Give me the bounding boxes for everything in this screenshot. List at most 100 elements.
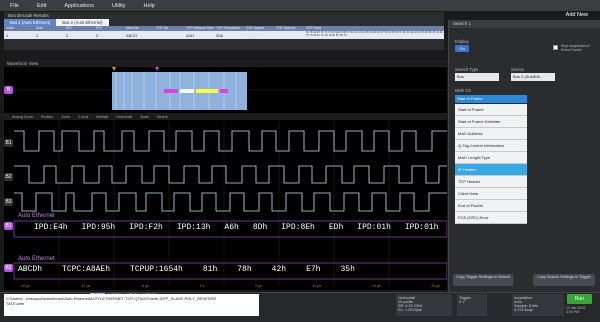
trace-2 <box>14 165 447 184</box>
run-button[interactable]: Run <box>567 294 592 304</box>
cell-ipg: 0 <box>96 32 99 38</box>
bus2-field: 42h <box>271 265 287 274</box>
copy-search-to-trigger-button[interactable]: Copy Search Settings to Trigger <box>533 274 595 286</box>
tab-bus2[interactable]: Bus 2 (Auto Ethernet) <box>56 19 109 26</box>
b-channel-badge[interactable]: B <box>4 86 13 94</box>
trigger-value: 0 V <box>459 300 465 304</box>
ctrl-analog-zoom[interactable]: Analog Zoom <box>12 115 33 119</box>
display-toggle[interactable]: On <box>455 45 469 52</box>
bus1-field: IPD:13h <box>176 223 211 232</box>
ctrl-multiple[interactable]: Multiple <box>96 115 108 119</box>
bus2-field: 35h <box>340 265 355 274</box>
cell-ipd: 0 <box>66 32 69 38</box>
col-ipg[interactable]: IPG <box>94 26 124 31</box>
waveform-traces[interactable] <box>4 121 447 286</box>
copy-trigger-to-search-button[interactable]: Copy Trigger Settings to Search <box>453 274 513 286</box>
cell-tcp-window: A6H <box>186 32 194 38</box>
bus1-field: IPD:8Eh <box>281 223 315 232</box>
option-tcp-header[interactable]: TCP Header <box>455 176 527 188</box>
source-dropdown[interactable]: Bus 2 (AutoEth... <box>511 73 555 81</box>
menu-edit[interactable]: Edit <box>37 3 46 9</box>
menu-file[interactable]: File <box>10 3 19 9</box>
date-display: 12 Jan 2020 4:05 PM <box>566 306 585 314</box>
results-header: Bus Decode Results <box>8 13 49 18</box>
col-tcp-window[interactable]: TCP Window Size <box>184 26 214 31</box>
stop-acq-label: Stop Acquisition if Event Found <box>561 44 590 52</box>
col-index[interactable]: Index <box>4 26 34 31</box>
option-start-of-frame[interactable]: Start of Frame <box>455 104 527 116</box>
ctrl-search[interactable]: Search <box>157 115 168 119</box>
bus2-badge[interactable]: B2 <box>4 264 13 272</box>
option-sfd[interactable]: Start of Frame Delimiter <box>455 116 527 128</box>
ctrl-x-axis[interactable]: X-Axis <box>78 115 88 119</box>
col-tcp-options[interactable]: TCP Options <box>274 26 304 31</box>
bus2-field: TCPC:A8AEh <box>62 265 111 274</box>
option-end-of-packet[interactable]: End of Packet <box>455 200 527 212</box>
ch1-badge[interactable]: B1 <box>4 139 13 147</box>
markon-dropdown[interactable]: Start of Frame <box>455 95 527 103</box>
menu-help[interactable]: Help <box>143 3 154 9</box>
horizontal-block[interactable]: Horizontal 20 µs/div SR: 6.25 GS/s RL: 1… <box>396 294 452 316</box>
add-new-button[interactable]: Add New <box>566 12 588 18</box>
option-ip-header[interactable]: IP Header <box>455 164 527 176</box>
bus1-field: 8Dh <box>252 223 268 232</box>
bus1-field: IPD:01h <box>404 223 439 232</box>
option-mac-address[interactable]: MAC Address <box>455 128 527 140</box>
ctrl-horizontal[interactable]: Horizontal <box>116 115 132 119</box>
menu-bar: File Edit Applications Utility Help <box>0 0 600 11</box>
search-panel-title: Search 1 <box>449 20 600 28</box>
markon-label: Mark On <box>455 88 472 93</box>
markon-option-list: Start of Frame Start of Frame Delimiter … <box>455 104 527 224</box>
option-client-data[interactable]: Client Data <box>455 188 527 200</box>
bus1-field: IPD:01h <box>357 223 391 232</box>
bus2-decode[interactable]: ABCDh TCPC:A8AEh TCPUP:1654h 81h 78h 42h… <box>18 265 448 274</box>
menu-applications[interactable]: Applications <box>64 3 94 9</box>
col-start[interactable]: Start <box>34 26 64 31</box>
search-panel: Search 1 Display On Stop Acquisition if … <box>448 20 600 292</box>
col-ipd[interactable]: IPD <box>64 26 94 31</box>
source-label: Source <box>511 67 525 72</box>
ctrl-zoom[interactable]: Zoom <box>61 115 70 119</box>
bus1-badge[interactable]: B1 <box>4 222 13 230</box>
time-tick: 20 µs <box>431 284 440 288</box>
zoom-overview[interactable] <box>4 67 447 113</box>
bus1-decode[interactable]: IPD:E4h IPD:95h IPD:F2h IPD:13h A6h 8Dh … <box>34 223 454 232</box>
col-mac-dst[interactable]: Mac Dst <box>124 26 154 31</box>
stop-acq-checkbox[interactable] <box>553 45 558 50</box>
acq-count: 6,723 Acqs <box>514 308 533 312</box>
bus1-field: EDh <box>328 223 344 232</box>
search-type-dropdown[interactable]: Bus <box>455 73 499 81</box>
menu-utility[interactable]: Utility <box>112 3 125 9</box>
ctrl-scale[interactable]: Scale <box>140 115 149 119</box>
ch3-badge[interactable]: B3 <box>4 198 13 206</box>
col-tcp-sa[interactable]: TCP SA <box>154 26 184 31</box>
file-info[interactable]: C:\Users\...\resource\waveforms\Auto-Eth… <box>4 294 259 316</box>
cell-tcp-checksum: 95A <box>216 32 224 38</box>
tab-bus1[interactable]: Bus 1 (Auto Ethernet) <box>4 19 57 26</box>
clock-text: 4:05 PM <box>566 310 580 314</box>
bus-decode-results: Bus Decode Results Bus 1 (Auto Ethernet)… <box>4 12 444 50</box>
option-qtag[interactable]: Q-Tag Control Information <box>455 140 527 152</box>
trigger-block[interactable]: Trigger 0 V <box>457 294 487 316</box>
time-tick: 10 µs <box>312 284 322 288</box>
option-fcs-error[interactable]: FCS (CRC) Error <box>455 212 527 224</box>
trace-1 <box>14 130 447 152</box>
cell-tcp-data: 81 78 42 E7 35 7F 71 54 9E 6D 6B 07 31 1… <box>306 31 443 37</box>
option-mac-length[interactable]: MAC Length/Type <box>455 152 527 164</box>
time-axis: -15 µs -10 µs -5 µs 0 s 5 µs 10 µs 15 µs… <box>20 284 440 288</box>
bus1-field: IPD:F2h <box>129 223 163 232</box>
cell-index: 4 <box>6 32 9 38</box>
col-tcp-checksum[interactable]: TCP Checksum <box>214 26 244 31</box>
horizontal-rl: RL: 1.25 Mpts <box>398 308 422 312</box>
ctrl-position[interactable]: Position <box>41 115 53 119</box>
acquisition-block[interactable]: Acquisition Auto, Sample: 8 bits 6,723 A… <box>512 294 564 316</box>
col-tcp-urgent[interactable]: TCP Urgent Pointer <box>244 26 274 34</box>
ch2-badge[interactable]: B2 <box>4 173 13 181</box>
bus2-field: TCPUP:1654h <box>130 265 183 274</box>
table-row[interactable]: 4 1 0 0 ABCD A6H 95A 81 78 42 E7 35 7F 7… <box>4 31 444 39</box>
waveform-control-row: Analog Zoom Position Zoom X-Axis Multipl… <box>4 113 447 120</box>
bus1-label: Auto Ethernet <box>18 213 55 219</box>
bus2-label: Auto Ethernet <box>18 256 55 262</box>
time-tick: 15 µs <box>371 284 381 288</box>
bus2-field: 78h <box>237 265 252 274</box>
